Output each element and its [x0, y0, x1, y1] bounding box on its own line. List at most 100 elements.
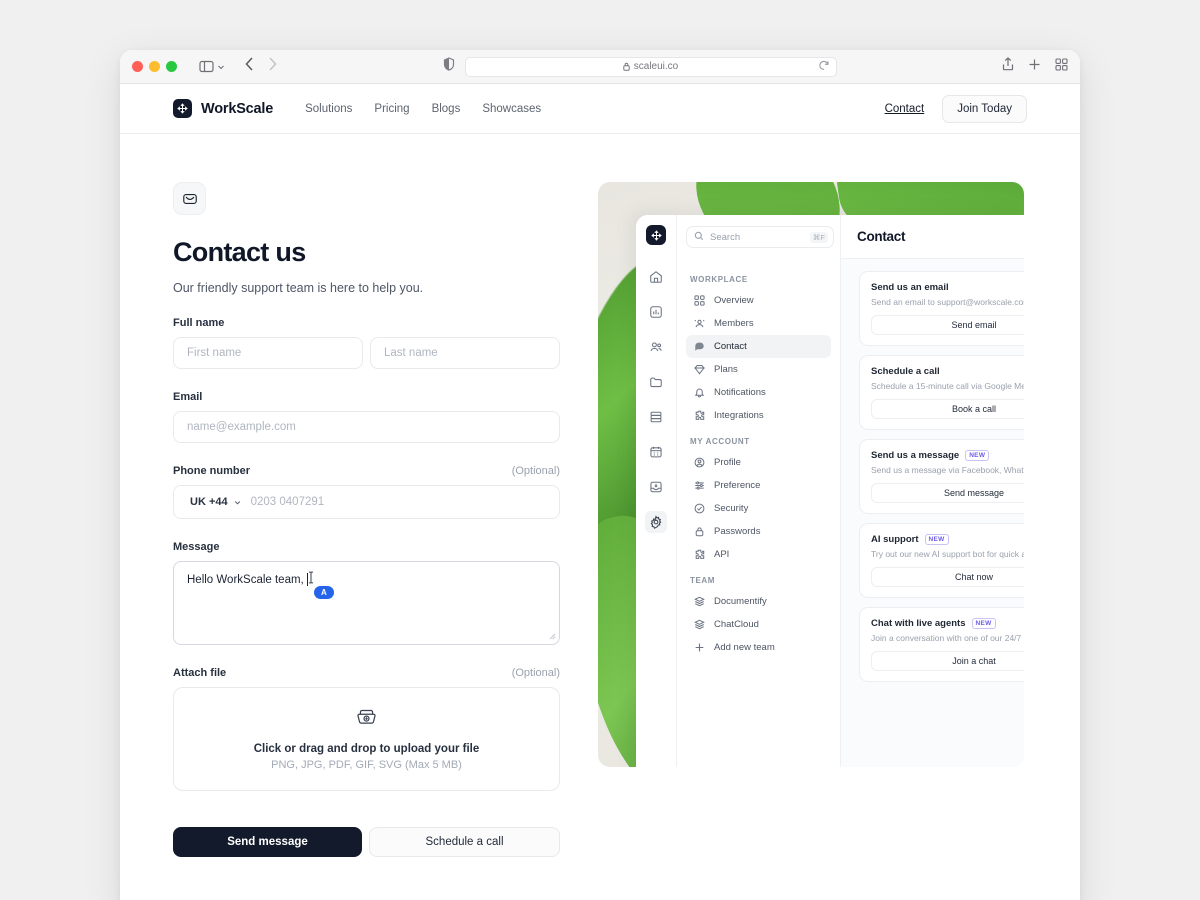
card-title: Chat with live agents: [871, 618, 966, 629]
puzzle-icon: [693, 548, 706, 561]
nav-arrows[interactable]: [245, 57, 277, 76]
first-name-input[interactable]: First name: [173, 337, 363, 369]
brand-name: WorkScale: [201, 100, 274, 117]
card-action-button[interactable]: Join a chat: [871, 651, 1024, 671]
nav-item-solutions[interactable]: Solutions: [305, 103, 352, 115]
chevron-left-icon[interactable]: [245, 57, 254, 76]
sidebar-item-api[interactable]: API: [686, 543, 831, 566]
url-input[interactable]: scaleui.co: [464, 56, 837, 77]
field-attach: Attach file (Optional) Click or drag and…: [173, 667, 560, 791]
grid-icon: [693, 294, 706, 307]
close-window-button[interactable]: [132, 61, 143, 72]
gear-icon[interactable]: [645, 511, 667, 533]
brand[interactable]: WorkScale: [173, 99, 273, 118]
send-message-button[interactable]: Send message: [173, 827, 362, 857]
sidebar-item-label: Add new team: [714, 642, 775, 653]
inbox-icon[interactable]: [645, 476, 667, 498]
name-inputs: First name Last name: [173, 337, 560, 369]
workscale-logo-icon: [173, 99, 192, 118]
file-dropzone[interactable]: Click or drag and drop to upload your fi…: [173, 687, 560, 791]
card-title-row: Send us an email: [871, 282, 1024, 293]
home-icon[interactable]: [645, 266, 667, 288]
rail-item-app-logo[interactable]: [646, 225, 666, 245]
chart-icon[interactable]: [645, 301, 667, 323]
plus-icon[interactable]: [1028, 58, 1041, 76]
sidebar-item-label: API: [714, 549, 730, 560]
page-content: Contact us Our friendly support team is …: [120, 134, 1080, 857]
search-icon: [694, 228, 704, 246]
tab-overview-icon[interactable]: [1055, 57, 1068, 76]
message-label: Message: [173, 541, 220, 553]
chevron-down-icon[interactable]: [217, 63, 225, 71]
search-input[interactable]: Search ⌘F: [686, 226, 834, 248]
mail-icon: [173, 182, 206, 215]
sidebar-item-label: Notifications: [714, 387, 766, 398]
card-action-button[interactable]: Send email: [871, 315, 1024, 335]
database-icon[interactable]: [645, 406, 667, 428]
attach-label: Attach file: [173, 667, 227, 679]
last-name-input[interactable]: Last name: [370, 337, 560, 369]
sidebar-item-notifications[interactable]: Notifications: [686, 381, 831, 404]
header-contact-link[interactable]: Contact: [885, 103, 925, 115]
phone-label: Phone number: [173, 465, 251, 477]
sidebar-item-add-new-team[interactable]: Add new team: [686, 636, 831, 659]
sidebar-item-profile[interactable]: Profile: [686, 451, 831, 474]
share-icon[interactable]: [1002, 57, 1014, 76]
sidebar-toggle-icon[interactable]: [199, 60, 225, 73]
message-textarea[interactable]: Hello WorkScale team, A: [173, 561, 560, 645]
card-title-row: Schedule a call: [871, 366, 1024, 377]
sidebar-item-plans[interactable]: Plans: [686, 358, 831, 381]
sliders-icon: [693, 479, 706, 492]
sidebar-item-overview[interactable]: Overview: [686, 289, 831, 312]
new-badge: NEW: [924, 534, 949, 545]
sidebar-item-integrations[interactable]: Integrations: [686, 404, 831, 427]
sidebar-item-documentify[interactable]: Documentify: [686, 590, 831, 613]
sidebar-item-members[interactable]: Members: [686, 312, 831, 335]
phone-input-group[interactable]: UK +44 0203 0407291: [173, 485, 560, 519]
card-action-button[interactable]: Chat now: [871, 567, 1024, 587]
shield-icon[interactable]: [443, 57, 455, 76]
sidebar-item-chatcloud[interactable]: ChatCloud: [686, 613, 831, 636]
users-icon[interactable]: [645, 336, 667, 358]
sidebar-item-passwords[interactable]: Passwords: [686, 520, 831, 543]
card-action-button[interactable]: Send message: [871, 483, 1024, 503]
new-badge: NEW: [965, 450, 990, 461]
folder-icon[interactable]: [645, 371, 667, 393]
join-today-button[interactable]: Join Today: [942, 94, 1027, 123]
card-title: Send us an email: [871, 282, 949, 293]
message-label-row: Message: [173, 541, 560, 553]
country-code-select[interactable]: UK +44: [174, 496, 251, 508]
maximize-window-button[interactable]: [166, 61, 177, 72]
phone-number-input[interactable]: 0203 0407291: [251, 496, 325, 508]
contact-form: Contact us Our friendly support team is …: [120, 182, 560, 857]
sidebar-item-label: Security: [714, 503, 749, 514]
nav-item-blogs[interactable]: Blogs: [432, 103, 461, 115]
sidebar-item-preference[interactable]: Preference: [686, 474, 831, 497]
upload-folder-icon: [357, 708, 376, 731]
calendar-icon[interactable]: [645, 441, 667, 463]
chrome-actions: [1002, 57, 1068, 76]
schedule-call-button[interactable]: Schedule a call: [369, 827, 560, 857]
nav-item-showcases[interactable]: Showcases: [482, 103, 541, 115]
phone-label-row: Phone number (Optional): [173, 465, 560, 477]
resize-handle-icon[interactable]: [549, 633, 556, 642]
sidebar-item-security[interactable]: Security: [686, 497, 831, 520]
phone-optional-tag: (Optional): [511, 465, 560, 477]
card-title: Schedule a call: [871, 366, 940, 377]
check-circle-icon: [693, 502, 706, 515]
chevron-right-icon[interactable]: [268, 57, 277, 76]
card-action-button[interactable]: Book a call: [871, 399, 1024, 419]
preview-app-window: Search ⌘F WORKPLACE Overview Members Con…: [636, 215, 1024, 767]
main-nav: Solutions Pricing Blogs Showcases: [305, 103, 541, 115]
email-input[interactable]: name@example.com: [173, 411, 560, 443]
window-controls[interactable]: [132, 61, 177, 72]
url-value: scaleui.co: [633, 61, 679, 72]
reload-icon[interactable]: [818, 58, 829, 76]
message-text-line: Hello WorkScale team,: [187, 573, 546, 586]
contact-cards-list: Send us an email Send an email to suppor…: [841, 259, 1024, 682]
screenshot-root: scaleui.co WorkScale Solutions Pricing B…: [0, 0, 1200, 900]
sidebar-item-contact[interactable]: Contact: [686, 335, 831, 358]
pane-header: Contact: [841, 215, 1024, 259]
nav-item-pricing[interactable]: Pricing: [374, 103, 409, 115]
minimize-window-button[interactable]: [149, 61, 160, 72]
